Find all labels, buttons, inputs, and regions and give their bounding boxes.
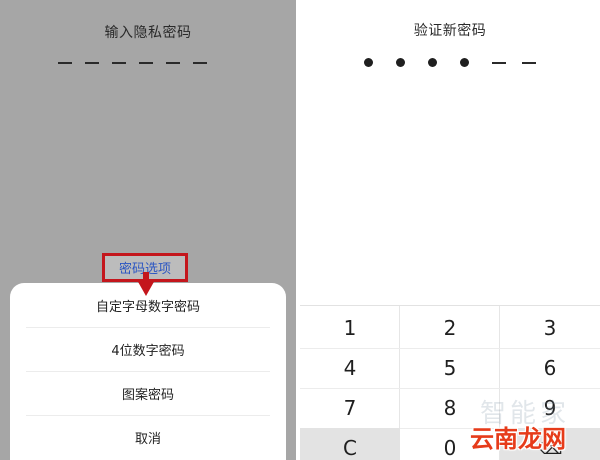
password-slot [166,62,180,64]
key-6[interactable]: 6 [500,348,600,388]
clear-key[interactable]: C [300,428,400,460]
site-watermark: 云南龙网 [470,424,566,453]
password-dashes [58,62,207,64]
pin-filled-dot [396,58,405,67]
privacy-password-title: 输入隐私密码 [104,25,192,41]
key-5[interactable]: 5 [400,348,500,388]
password-type-sheet: 自定字母数字密码 4位数字密码 图案密码 取消 [10,283,286,460]
key-7[interactable]: 7 [300,388,400,428]
password-slot [193,62,207,64]
cancel-button[interactable]: 取消 [26,415,270,459]
verify-password-title: 验证新密码 [413,23,487,39]
key-1[interactable]: 1 [300,308,400,348]
privacy-password-screen: 输入隐私密码 密码选项 自定字母数字密码 4位数字密码 图案密码 取消 [0,0,296,460]
key-2[interactable]: 2 [400,308,500,348]
pin-indicator [364,58,552,67]
password-slot [85,62,99,64]
pin-filled-dot [428,58,437,67]
key-4[interactable]: 4 [300,348,400,388]
password-slot [112,62,126,64]
password-slot [139,62,153,64]
password-slot [58,62,72,64]
pin-empty-slot [492,61,506,64]
four-digit-option[interactable]: 4位数字密码 [26,327,270,371]
arrow-down-icon [137,280,155,296]
pattern-option[interactable]: 图案密码 [26,371,270,415]
verify-new-password-screen: 验证新密码 1 2 3 4 5 6 7 8 9 C 0 ⌫ [300,0,600,460]
pin-empty-slot [522,61,536,64]
pin-filled-dot [364,58,373,67]
key-3[interactable]: 3 [500,308,600,348]
pin-filled-dot [460,58,469,67]
